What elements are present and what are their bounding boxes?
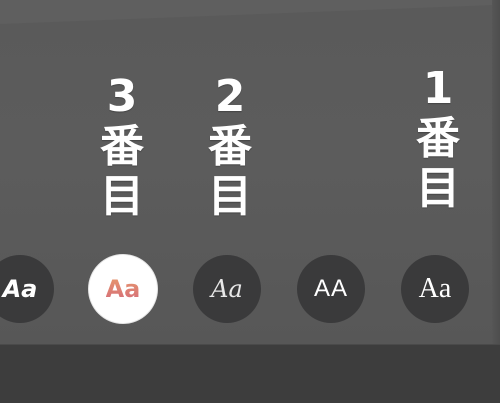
rank-number: 1: [422, 63, 454, 114]
font-style-rounded-selected[interactable]: Aa: [89, 255, 157, 323]
font-style-serif[interactable]: Aa: [401, 255, 469, 323]
font-style-uppercase[interactable]: AA: [297, 255, 365, 323]
rank-number: 2: [214, 71, 246, 122]
rank-label-3: 3 番 目: [92, 72, 152, 222]
rank-label-1: 1 番 目: [408, 64, 468, 214]
rank-number: 3: [106, 71, 138, 122]
rank-kanji-ban: 番: [416, 113, 460, 164]
font-style-bold-italic[interactable]: Aa: [0, 255, 54, 323]
font-style-serif-italic[interactable]: Aa: [193, 255, 261, 323]
bottom-panel: [0, 345, 500, 403]
story-editor-canvas: 3 番 目 2 番 目 1 番 目 Aa Aa Aa AA Aa: [0, 0, 500, 403]
rank-kanji-me: 目: [208, 171, 252, 222]
font-sample: Aa: [211, 275, 243, 303]
right-edge: [492, 0, 500, 345]
rank-label-2: 2 番 目: [200, 72, 260, 222]
rank-kanji-me: 目: [416, 163, 460, 214]
rank-kanji-ban: 番: [208, 121, 252, 172]
font-sample: Aa: [2, 275, 38, 303]
font-sample: Aa: [418, 273, 452, 304]
rank-kanji-me: 目: [100, 171, 144, 222]
rank-kanji-ban: 番: [100, 121, 144, 172]
font-sample: AA: [313, 275, 348, 302]
top-edge: [0, 0, 500, 24]
font-sample: Aa: [105, 275, 141, 303]
